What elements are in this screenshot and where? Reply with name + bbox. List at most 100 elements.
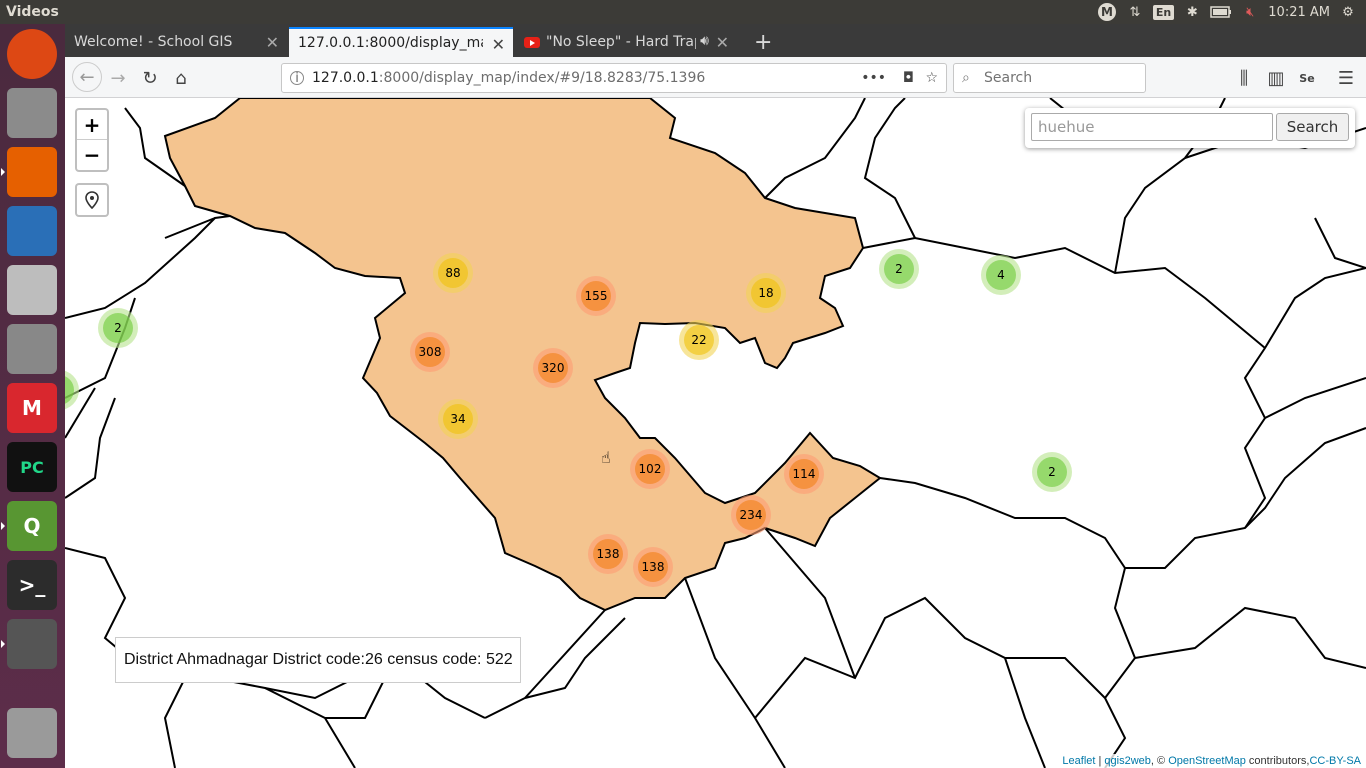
tab-display-map[interactable]: 127.0.0.1:8000/display_map ✕ — [289, 27, 513, 57]
launcher: M PC Q >_ — [0, 24, 65, 768]
page-actions-icon[interactable]: ••• — [861, 70, 886, 86]
cluster-count: 308 — [415, 337, 445, 367]
keyboard-layout-label: En — [1152, 4, 1175, 20]
qgis2web-link[interactable]: qgis2web — [1104, 755, 1150, 767]
back-button[interactable]: ← — [72, 62, 102, 92]
mega-tray-letter: M — [1097, 3, 1116, 21]
hand-cursor-icon: ☝ — [601, 448, 611, 467]
map-attribution: Leaflet | qgis2web, © OpenStreetMap cont… — [1057, 754, 1366, 768]
map-pin-icon — [85, 191, 99, 209]
selenium-icon[interactable]: Se — [1294, 65, 1320, 91]
attribution-copyright: , © — [1150, 755, 1169, 767]
marker-cluster[interactable]: 2 — [98, 308, 138, 348]
active-app-title: Videos — [6, 4, 59, 20]
url-bar[interactable]: i 127.0.0.1:8000/display_map/index/#9/18… — [281, 63, 947, 93]
info-icon[interactable]: i — [290, 71, 304, 86]
cluster-count: 155 — [581, 281, 611, 311]
system-settings-icon[interactable] — [7, 324, 57, 374]
speaker-icon[interactable]: 🔊︎ — [700, 33, 709, 49]
volume-muted-icon[interactable]: 🔇︎ — [1240, 0, 1260, 24]
district-info-box: District Ahmadnagar District code:26 cen… — [115, 637, 521, 683]
cluster-count: 22 — [684, 325, 714, 355]
forward-button[interactable]: → — [105, 65, 131, 91]
mega-tray-icon[interactable]: M — [1097, 0, 1117, 24]
cluster-count: 4 — [986, 260, 1016, 290]
cluster-count: 102 — [635, 454, 665, 484]
video-editor-icon[interactable] — [7, 619, 57, 669]
pocket-icon[interactable]: ◘ — [903, 70, 914, 86]
marker-cluster[interactable]: 18 — [746, 273, 786, 313]
ubuntu-dash-icon[interactable] — [7, 29, 57, 79]
tab-school-gis[interactable]: Welcome! - School GIS ✕ — [65, 27, 287, 57]
menu-icon[interactable]: ☰ — [1333, 65, 1359, 91]
bluetooth-icon[interactable]: ✱ — [1182, 0, 1202, 24]
marker-cluster[interactable]: 114 — [784, 454, 824, 494]
marker-cluster[interactable]: 22 — [679, 320, 719, 360]
trash-icon[interactable] — [7, 708, 57, 758]
marker-cluster[interactable]: 2 — [1032, 452, 1072, 492]
system-tray: M ⇅ En ✱ 🔇︎ 10:21 AM ⚙ — [1097, 0, 1366, 24]
running-indicator-icon — [1, 168, 5, 176]
url-host: 127.0.0.1 — [312, 70, 379, 86]
marker-cluster[interactable]: 308 — [410, 332, 450, 372]
marker-cluster[interactable]: 34 — [438, 399, 478, 439]
firefox-icon[interactable] — [7, 147, 57, 197]
keyboard-layout-indicator[interactable]: En — [1152, 0, 1175, 24]
close-tab-icon[interactable]: ✕ — [266, 33, 279, 52]
top-panel: Videos M ⇅ En ✱ 🔇︎ 10:21 AM ⚙ — [0, 0, 1366, 24]
cluster-count: 2 — [103, 313, 133, 343]
network-transfer-icon[interactable]: ⇅ — [1125, 0, 1145, 24]
marker-cluster[interactable]: 2 — [879, 249, 919, 289]
terminal-icon[interactable]: >_ — [7, 560, 57, 610]
library-icon[interactable]: ⫼ — [1231, 65, 1257, 91]
browser-search-field[interactable]: ⌕ Search — [953, 63, 1146, 93]
license-link[interactable]: CC-BY-SA — [1309, 755, 1361, 767]
cluster-count: 234 — [736, 500, 766, 530]
leaflet-link[interactable]: Leaflet — [1062, 755, 1095, 767]
mega-icon[interactable]: M — [7, 383, 57, 433]
marker-cluster[interactable]: 102 — [630, 449, 670, 489]
marker-cluster[interactable]: 88 — [433, 253, 473, 293]
marker-cluster[interactable]: 138 — [633, 547, 673, 587]
pycharm-icon[interactable]: PC — [7, 442, 57, 492]
new-tab-button[interactable]: + — [745, 27, 775, 57]
close-tab-icon[interactable]: ✕ — [492, 35, 505, 54]
marker-cluster[interactable]: 4 — [981, 255, 1021, 295]
battery-icon[interactable] — [1210, 0, 1232, 24]
cluster-count: 320 — [538, 353, 568, 383]
cluster-inner — [65, 375, 74, 405]
qgis-icon[interactable]: Q — [7, 501, 57, 551]
search-icon: ⌕ — [962, 70, 970, 86]
zoom-out-button[interactable]: − — [77, 140, 107, 170]
bookmark-star-icon[interactable]: ☆ — [925, 70, 938, 86]
marker-cluster[interactable]: 138 — [588, 534, 628, 574]
running-indicator-icon — [1, 522, 5, 530]
launcher-icon-glyph: Q — [23, 514, 41, 538]
clock[interactable]: 10:21 AM — [1268, 0, 1330, 24]
openstreetmap-link[interactable]: OpenStreetMap — [1168, 755, 1246, 767]
tab-youtube[interactable]: "No Sleep" - Hard Trap 🔊︎ ✕ — [515, 27, 737, 57]
map-search-control: huehue Search — [1025, 108, 1355, 148]
map-search-button[interactable]: Search — [1276, 113, 1349, 141]
zoom-in-button[interactable]: + — [77, 110, 107, 140]
locate-button[interactable] — [75, 183, 109, 217]
navigation-bar: ← → ↻ ⌂ i 127.0.0.1:8000/display_map/ind… — [65, 57, 1366, 98]
map-search-input[interactable]: huehue — [1031, 113, 1273, 141]
reload-button[interactable]: ↻ — [137, 65, 163, 91]
text-editor-icon[interactable] — [7, 265, 57, 315]
marker-cluster[interactable]: 234 — [731, 495, 771, 535]
sidebar-icon[interactable]: ▥ — [1263, 65, 1289, 91]
map[interactable]: + − huehue Search 88 155 18 22 308 320 3… — [65, 98, 1366, 768]
system-gear-icon[interactable]: ⚙ — [1338, 0, 1358, 24]
browser-search-placeholder: Search — [984, 70, 1033, 86]
launcher-icon-glyph: >_ — [18, 573, 46, 597]
highlighted-district-ahmadnagar[interactable] — [163, 98, 882, 612]
home-button[interactable]: ⌂ — [168, 65, 194, 91]
marker-cluster[interactable]: 155 — [576, 276, 616, 316]
marker-cluster[interactable]: 320 — [533, 348, 573, 388]
files-icon[interactable] — [7, 88, 57, 138]
tab-label: "No Sleep" - Hard Trap — [546, 34, 696, 50]
close-tab-icon[interactable]: ✕ — [716, 33, 729, 52]
libreoffice-writer-icon[interactable] — [7, 206, 57, 256]
youtube-icon — [524, 36, 540, 48]
